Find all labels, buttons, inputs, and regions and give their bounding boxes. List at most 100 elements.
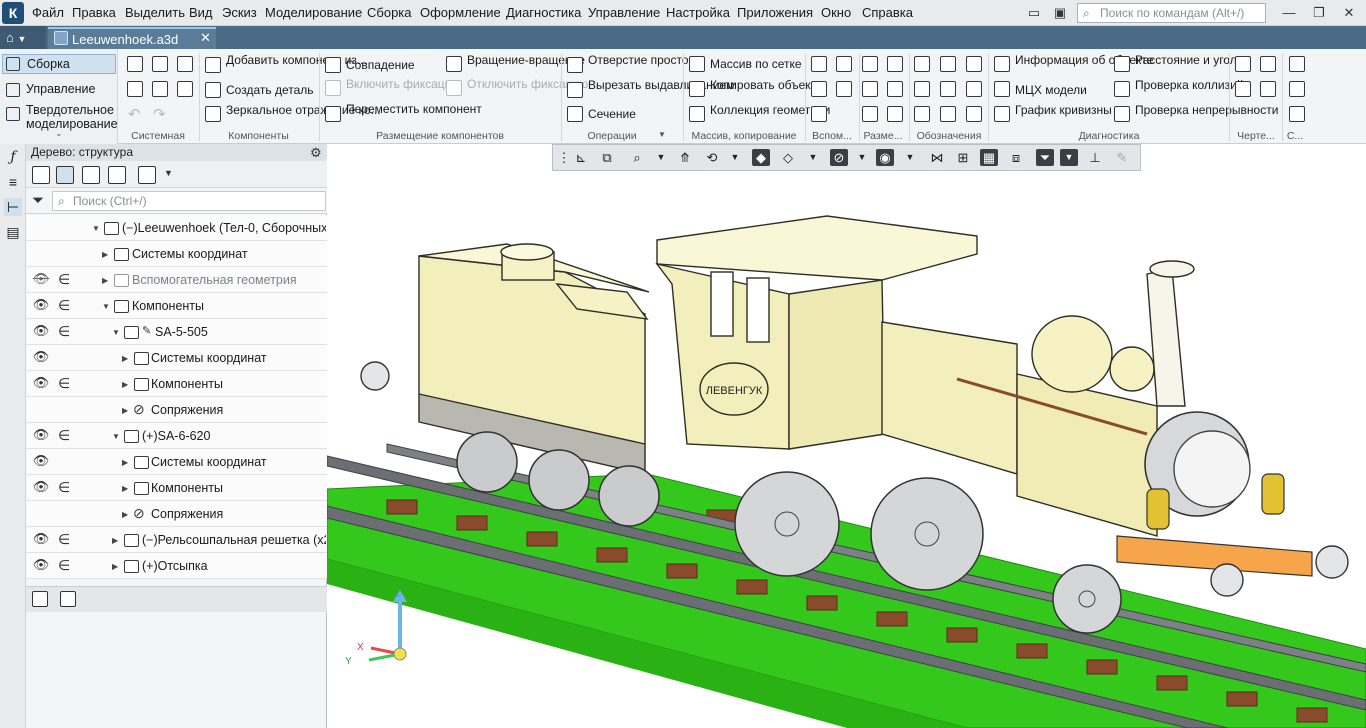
add-attribute-icon[interactable] — [1289, 56, 1305, 72]
perspective-icon[interactable]: ⧈ — [1007, 149, 1025, 166]
visibility-icon[interactable]: ◉ — [876, 149, 894, 166]
include-icon[interactable]: ∈ — [58, 323, 70, 340]
include-icon[interactable]: ∈ — [58, 297, 70, 314]
tree-tab-structure-icon[interactable] — [32, 591, 48, 607]
linear-dimension-icon[interactable] — [862, 56, 878, 72]
tree-search-input[interactable]: Поиск (Ctrl+/) — [52, 191, 326, 211]
new-document-icon[interactable] — [127, 56, 143, 72]
include-icon[interactable]: ∈ — [58, 271, 70, 288]
expand-icon[interactable]: ▶ — [122, 380, 128, 389]
disable-fix-button[interactable]: Отключить фиксацию — [447, 78, 588, 91]
expand-icon[interactable]: ▶ — [112, 562, 118, 571]
text-icon[interactable] — [914, 106, 930, 122]
include-icon[interactable]: ∈ — [58, 557, 70, 574]
close-icon[interactable]: ✕ — [1338, 4, 1360, 22]
tolerance-icon[interactable] — [914, 81, 930, 97]
menu-assembly[interactable]: Сборка — [367, 5, 412, 20]
menu-management[interactable]: Управление — [588, 5, 660, 20]
menu-modeling[interactable]: Моделирование — [265, 5, 362, 20]
model-viewport[interactable]: ЛЕВЕНГУК Z X Y — [327, 144, 1366, 728]
eye-icon[interactable]: 👁 — [32, 531, 50, 547]
display-mode-icon[interactable]: ▦ — [980, 149, 998, 166]
aux-point-icon[interactable] — [811, 81, 827, 97]
tree-structure-icon[interactable] — [32, 166, 50, 184]
collapse-icon[interactable]: ▼ — [112, 432, 120, 441]
minimize-icon[interactable]: — — [1278, 4, 1300, 22]
expand-icon[interactable]: ▶ — [102, 276, 108, 285]
filter-icon[interactable]: ⏷ — [32, 192, 44, 209]
eye-icon[interactable]: 👁 — [32, 349, 50, 365]
aux-csys-icon[interactable] — [836, 81, 852, 97]
collapse-icon[interactable]: ▼ — [112, 328, 120, 337]
orientation-icon[interactable]: ⊾ — [572, 149, 590, 166]
include-partial-icon[interactable]: ∈ — [58, 479, 70, 496]
command-search-input[interactable]: Поиск по командам (Alt+/) — [1077, 3, 1266, 23]
continuity-check-button[interactable]: Проверка непрерывности — [1115, 104, 1278, 117]
edit-icon[interactable]: ✎ — [1113, 149, 1131, 166]
radial-dimension-icon[interactable] — [887, 56, 903, 72]
aux-axis-icon[interactable] — [811, 56, 827, 72]
chevron-down-icon[interactable]: ▼ — [804, 149, 822, 166]
zoom-icon[interactable]: ⌕ — [628, 149, 646, 166]
section-view-icon[interactable]: ⋈ — [928, 149, 946, 166]
chevron-down-icon[interactable]: ▼ — [853, 149, 871, 166]
cut-extrude-button[interactable]: Вырезать выдавливанием — [568, 79, 734, 92]
menu-formatting[interactable]: Оформление — [420, 5, 501, 20]
chevron-down-icon[interactable]: ▼ — [658, 130, 666, 139]
menu-window[interactable]: Окно — [821, 5, 851, 20]
variables-icon[interactable]: ƒ — [4, 148, 22, 166]
mirror-component-button[interactable]: Зеркальное отражение ко... — [206, 104, 381, 117]
eye-icon[interactable]: 👁 — [32, 427, 50, 443]
arc-dimension-icon[interactable] — [862, 106, 878, 122]
chevron-down-icon[interactable]: ▼ — [901, 149, 919, 166]
mark-icon[interactable] — [966, 81, 982, 97]
preview-icon[interactable] — [152, 81, 168, 97]
chevron-down-icon[interactable]: ▼ — [652, 149, 670, 166]
properties-icon[interactable] — [177, 81, 193, 97]
expand-icon[interactable]: ▶ — [122, 510, 128, 519]
chevron-down-icon[interactable]: ▼ — [726, 149, 744, 166]
include-partial-icon[interactable]: ∈ — [58, 375, 70, 392]
add-component-button[interactable]: Добавить компонент из... — [206, 54, 367, 67]
zones-icon[interactable] — [1289, 106, 1305, 122]
copy-objects-button[interactable]: Копировать объекты — [690, 79, 825, 92]
tree-options-icon[interactable] — [138, 166, 156, 184]
rotate-button[interactable]: Вращение-вращение — [447, 54, 585, 67]
grid-array-button[interactable]: Массив по сетке — [690, 58, 802, 71]
eye-icon[interactable]: 👁 — [32, 375, 50, 391]
include-icon[interactable]: ∈ — [58, 531, 70, 548]
filter-icon[interactable]: ⏷ — [1036, 149, 1054, 166]
tree-tab-properties-icon[interactable] — [60, 591, 76, 607]
menu-applications[interactable]: Приложения — [737, 5, 813, 20]
rotate-view-icon[interactable]: ⟲ — [703, 149, 721, 166]
layers-list-icon[interactable]: ≡ — [4, 173, 22, 191]
tree-panel-icon[interactable]: ⊢ — [4, 198, 22, 216]
shaded-view-icon[interactable]: ◆ — [752, 149, 770, 166]
mass-properties-button[interactable]: МЦХ модели — [995, 84, 1087, 97]
tree-operations-icon[interactable] — [82, 166, 100, 184]
expand-icon[interactable]: ▶ — [102, 250, 108, 259]
restore-icon[interactable]: ❐ — [1308, 4, 1330, 22]
menu-settings[interactable]: Настройка — [666, 5, 730, 20]
eye-icon[interactable]: 👁 — [32, 479, 50, 495]
chevron-down-icon[interactable]: ▼ — [164, 168, 173, 178]
move-component-button[interactable]: Переместить компонент — [326, 103, 482, 116]
drawing-view-icon[interactable] — [1235, 56, 1251, 72]
collapse-icon[interactable]: ▼ — [102, 302, 110, 311]
create-part-button[interactable]: Создать деталь — [206, 84, 314, 97]
expand-icon[interactable]: ▶ — [122, 458, 128, 467]
menu-file[interactable]: Файл — [32, 5, 64, 20]
menu-select[interactable]: Выделить — [125, 5, 185, 20]
expand-icon[interactable]: ▶ — [112, 536, 118, 545]
angular-dimension-icon[interactable] — [862, 81, 878, 97]
aux-plane-icon[interactable] — [836, 56, 852, 72]
home-tab[interactable]: ⌂ ▼ — [0, 26, 46, 49]
menu-sketch[interactable]: Эскиз — [222, 5, 257, 20]
chevron-down-icon[interactable]: ▼ — [1060, 149, 1078, 166]
expand-icon[interactable]: ▶ — [122, 406, 128, 415]
tree-select-icon[interactable] — [108, 166, 126, 184]
eye-icon[interactable]: 👁 — [32, 453, 50, 469]
distance-angle-button[interactable]: Расстояние и угол — [1115, 54, 1237, 67]
object-info-button[interactable]: Информация об объекте — [995, 54, 1153, 67]
expand-icon[interactable]: ▶ — [122, 354, 128, 363]
